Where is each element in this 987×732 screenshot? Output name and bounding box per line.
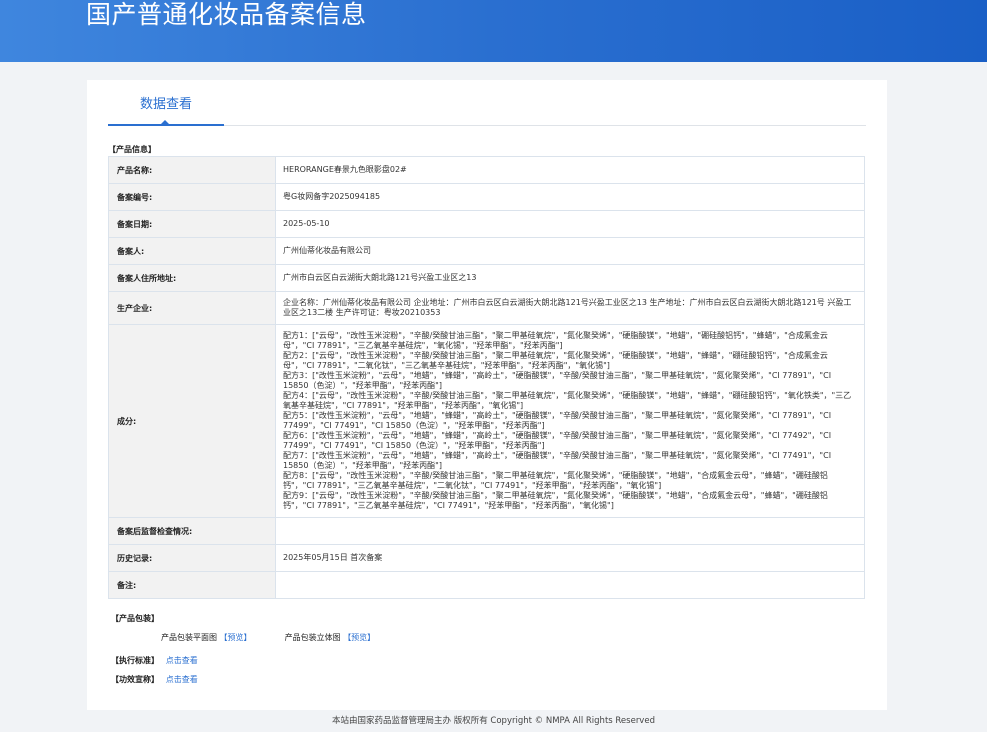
ingredients-list: 配方1：["云母"，"改性玉米淀粉"，"辛酸/癸酸甘油三酯"，"聚二甲基硅氧烷"… [275,324,865,518]
footer-copyright: 本站由国家药品监督管理局主办 版权所有 Copyright © NMPA All… [332,716,655,726]
row-label: 生产企业: [108,291,276,325]
packaging-flat-label: 产品包装平面图 [161,633,217,642]
packaging-solid-preview-link[interactable]: 【预览】 [343,632,375,643]
table-row: 产品名称: HERORANGE春景九色眼影盘02# [108,156,865,184]
row-value: 企业名称：广州仙蒂化妆品有限公司 企业地址：广州市白云区白云湖街大朗北路121号… [275,291,865,325]
row-value: HERORANGE春景九色眼影盘02# [275,156,865,184]
packaging-links: 产品包装平面图 【预览】 产品包装立体图 【预览】 [161,632,375,643]
section-title-product-info: 【产品信息】 [108,145,156,154]
ingredient-formula: 配方3：["改性玉米淀粉"，"云母"，"地蜡"，"蜂蜡"，"高岭土"，"硬脂酸镁… [283,371,832,390]
table-row: 备注: [108,571,865,599]
row-label: 成分: [108,324,276,518]
row-value: 2025-05-10 [275,210,865,238]
table-row: 备案编号: 粤G妆网备字2025094185 [108,183,865,211]
row-label: 备案日期: [108,210,276,238]
row-value [275,571,865,599]
table-row: 历史记录: 2025年05月15日 首次备案 [108,544,865,572]
page-title: 国产普通化妆品备案信息 [86,0,367,29]
standards-title: 【执行标准】 [111,656,159,665]
table-row: 备案人住所地址: 广州市白云区白云湖街大朗北路121号兴盈工业区之13 [108,264,865,292]
section-title-packaging: 【产品包装】 [111,614,159,623]
table-row: 生产企业: 企业名称：广州仙蒂化妆品有限公司 企业地址：广州市白云区白云湖街大朗… [108,291,865,325]
ingredient-formula: 配方9：["云母"，"改性玉米淀粉"，"辛酸/癸酸甘油三酯"，"聚二甲基硅氧烷"… [283,491,828,510]
header-banner: 国产普通化妆品备案信息 [0,0,987,62]
row-label: 备案后监督检查情况: [108,517,276,545]
ingredient-formula: 配方1：["云母"，"改性玉米淀粉"，"辛酸/癸酸甘油三酯"，"聚二甲基硅氧烷"… [283,331,828,350]
packaging-flat-preview-link[interactable]: 【预览】 [220,632,252,643]
row-label: 备案人住所地址: [108,264,276,292]
ingredient-formula: 配方5：["改性玉米淀粉"，"云母"，"地蜡"，"蜂蜡"，"高岭土"，"硬脂酸镁… [283,411,832,430]
section-title-standards: 【执行标准】 点击查看 [111,655,198,666]
tab-bar: 数据查看 [108,80,866,126]
standards-view-link[interactable]: 点击查看 [166,656,198,665]
tab-data-view[interactable]: 数据查看 [108,80,224,126]
content-card: 数据查看 【产品信息】 产品名称: HERORANGE春景九色眼影盘02# 备案… [87,80,887,710]
row-label: 产品名称: [108,156,276,184]
table-row-ingredients: 成分: 配方1：["云母"，"改性玉米淀粉"，"辛酸/癸酸甘油三酯"，"聚二甲基… [108,324,865,518]
claims-title: 【功效宣称】 [111,675,159,684]
row-value: 粤G妆网备字2025094185 [275,183,865,211]
tab-caret-icon [160,120,170,125]
ingredient-formula: 配方6：["改性玉米淀粉"，"云母"，"地蜡"，"蜂蜡"，"高岭土"，"硬脂酸镁… [283,431,832,450]
row-value: 2025年05月15日 首次备案 [275,544,865,572]
table-row: 备案后监督检查情况: [108,517,865,545]
ingredient-formula: 配方2：["云母"，"改性玉米淀粉"，"辛酸/癸酸甘油三酯"，"聚二甲基硅氧烷"… [283,351,828,370]
product-info-table: 产品名称: HERORANGE春景九色眼影盘02# 备案编号: 粤G妆网备字20… [108,156,865,599]
row-label: 备案人: [108,237,276,265]
row-value: 广州市白云区白云湖街大朗北路121号兴盈工业区之13 [275,264,865,292]
ingredient-formula: 配方7：["改性玉米淀粉"，"云母"，"地蜡"，"蜂蜡"，"高岭土"，"硬脂酸镁… [283,451,832,470]
row-value [275,517,865,545]
row-value: 广州仙蒂化妆品有限公司 [275,237,865,265]
row-label: 备注: [108,571,276,599]
section-title-claims: 【功效宣称】 点击查看 [111,674,198,685]
claims-view-link[interactable]: 点击查看 [166,675,198,684]
table-row: 备案日期: 2025-05-10 [108,210,865,238]
ingredient-formula: 配方4：["云母"，"改性玉米淀粉"，"辛酸/癸酸甘油三酯"，"聚二甲基硅氧烷"… [283,391,852,410]
ingredient-formula: 配方8：["云母"，"改性玉米淀粉"，"辛酸/癸酸甘油三酯"，"聚二甲基硅氧烷"… [283,471,828,490]
packaging-solid-label: 产品包装立体图 [284,633,341,642]
table-row: 备案人: 广州仙蒂化妆品有限公司 [108,237,865,265]
tab-label: 数据查看 [139,97,192,112]
row-label: 历史记录: [108,544,276,572]
row-label: 备案编号: [108,183,276,211]
